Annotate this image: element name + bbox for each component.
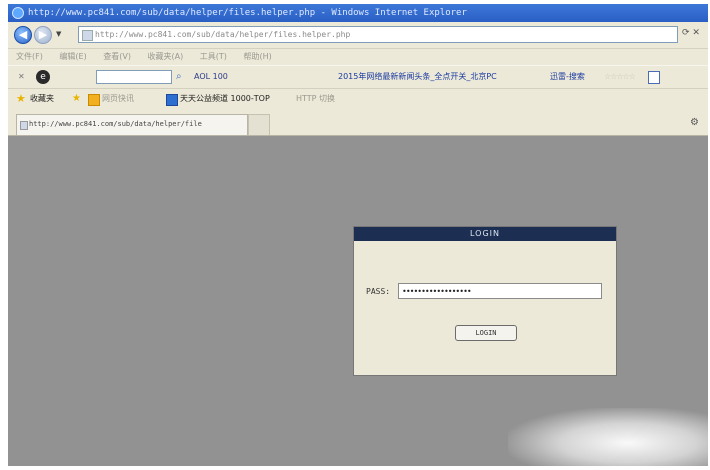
search-icon[interactable]: ⌕: [176, 66, 182, 88]
toolbar-logo-icon[interactable]: e: [36, 70, 50, 84]
favorites-link[interactable]: 天天公益频道 1000-TOP: [180, 88, 270, 110]
search-toolbar: ✕ e ⌕ AOL 100 2015年网络最新新闻头条_全点开关_北京PC 迅雷…: [8, 65, 708, 89]
toolbar-search-input[interactable]: [96, 70, 172, 84]
link-page-icon: [166, 94, 178, 106]
favorites-gallery[interactable]: 网页快讯: [102, 88, 134, 110]
menu-tools[interactable]: 工具(T): [200, 52, 227, 61]
back-icon[interactable]: ◀: [14, 26, 32, 44]
pass-label: PASS:: [366, 287, 391, 296]
tab-active[interactable]: http://www.pc841.com/sub/data/helper/fil…: [16, 114, 248, 135]
toolbar-hot-news[interactable]: 2015年网络最新新闻头条_全点开关_北京PC: [338, 66, 497, 88]
pass-input[interactable]: [398, 283, 602, 299]
page-icon: [82, 30, 93, 41]
address-row: ◀ ▶ ▼ http://www.pc841.com/sub/data/help…: [8, 22, 708, 49]
toolbar-rating[interactable]: AOL 100: [194, 66, 228, 88]
web-slice-icon: [88, 94, 100, 106]
browser-window: http://www.pc841.com/sub/data/helper/fil…: [8, 4, 708, 466]
title-bar: http://www.pc841.com/sub/data/helper/fil…: [8, 4, 708, 22]
favorites-bar: ★ 收藏夹 ★ 网页快讯 天天公益频道 1000-TOP HTTP 切换: [8, 88, 708, 110]
menu-view[interactable]: 查看(V): [103, 52, 131, 61]
new-tab-button[interactable]: [248, 114, 270, 135]
ie-logo-icon: [12, 7, 24, 19]
favorites-web[interactable]: HTTP 切换: [296, 88, 335, 110]
page-tools-icon[interactable]: ⚙: [690, 117, 699, 128]
address-url: http://www.pc841.com/sub/data/helper/fil…: [95, 30, 351, 39]
menu-favorites[interactable]: 收藏夹(A): [148, 52, 184, 61]
screen-glare: [508, 408, 708, 466]
login-button[interactable]: LOGIN: [455, 325, 517, 341]
login-panel: LOGIN PASS: LOGIN: [353, 226, 617, 376]
close-toolbar-icon[interactable]: ✕: [18, 66, 25, 88]
add-favorite-icon[interactable]: ★: [72, 88, 81, 110]
favorites-label[interactable]: 收藏夹: [30, 88, 54, 110]
menu-help[interactable]: 帮助(H): [243, 52, 271, 61]
address-input[interactable]: http://www.pc841.com/sub/data/helper/fil…: [78, 26, 678, 43]
history-dropdown-icon[interactable]: ▼: [56, 30, 61, 38]
menu-bar: 文件(F) 编辑(E) 查看(V) 收藏夹(A) 工具(T) 帮助(H): [8, 49, 708, 64]
favorites-star-icon[interactable]: ★: [16, 88, 26, 110]
rating-stars-icon[interactable]: ☆☆☆☆☆: [604, 66, 636, 88]
tab-page-icon: [20, 121, 28, 130]
window-title: http://www.pc841.com/sub/data/helper/fil…: [28, 8, 467, 18]
page-content: LOGIN PASS: LOGIN: [8, 136, 708, 466]
menu-edit[interactable]: 编辑(E): [59, 52, 86, 61]
toolbar-user[interactable]: 迅雷-搜索: [550, 66, 585, 88]
tab-label: http://www.pc841.com/sub/data/helper/fil…: [29, 120, 202, 128]
menu-file[interactable]: 文件(F): [16, 52, 43, 61]
refresh-icon[interactable]: ⟳ ✕: [682, 28, 700, 38]
tab-strip: http://www.pc841.com/sub/data/helper/fil…: [8, 111, 708, 136]
login-header: LOGIN: [354, 227, 616, 241]
forward-icon[interactable]: ▶: [34, 26, 52, 44]
note-icon[interactable]: [648, 71, 660, 84]
